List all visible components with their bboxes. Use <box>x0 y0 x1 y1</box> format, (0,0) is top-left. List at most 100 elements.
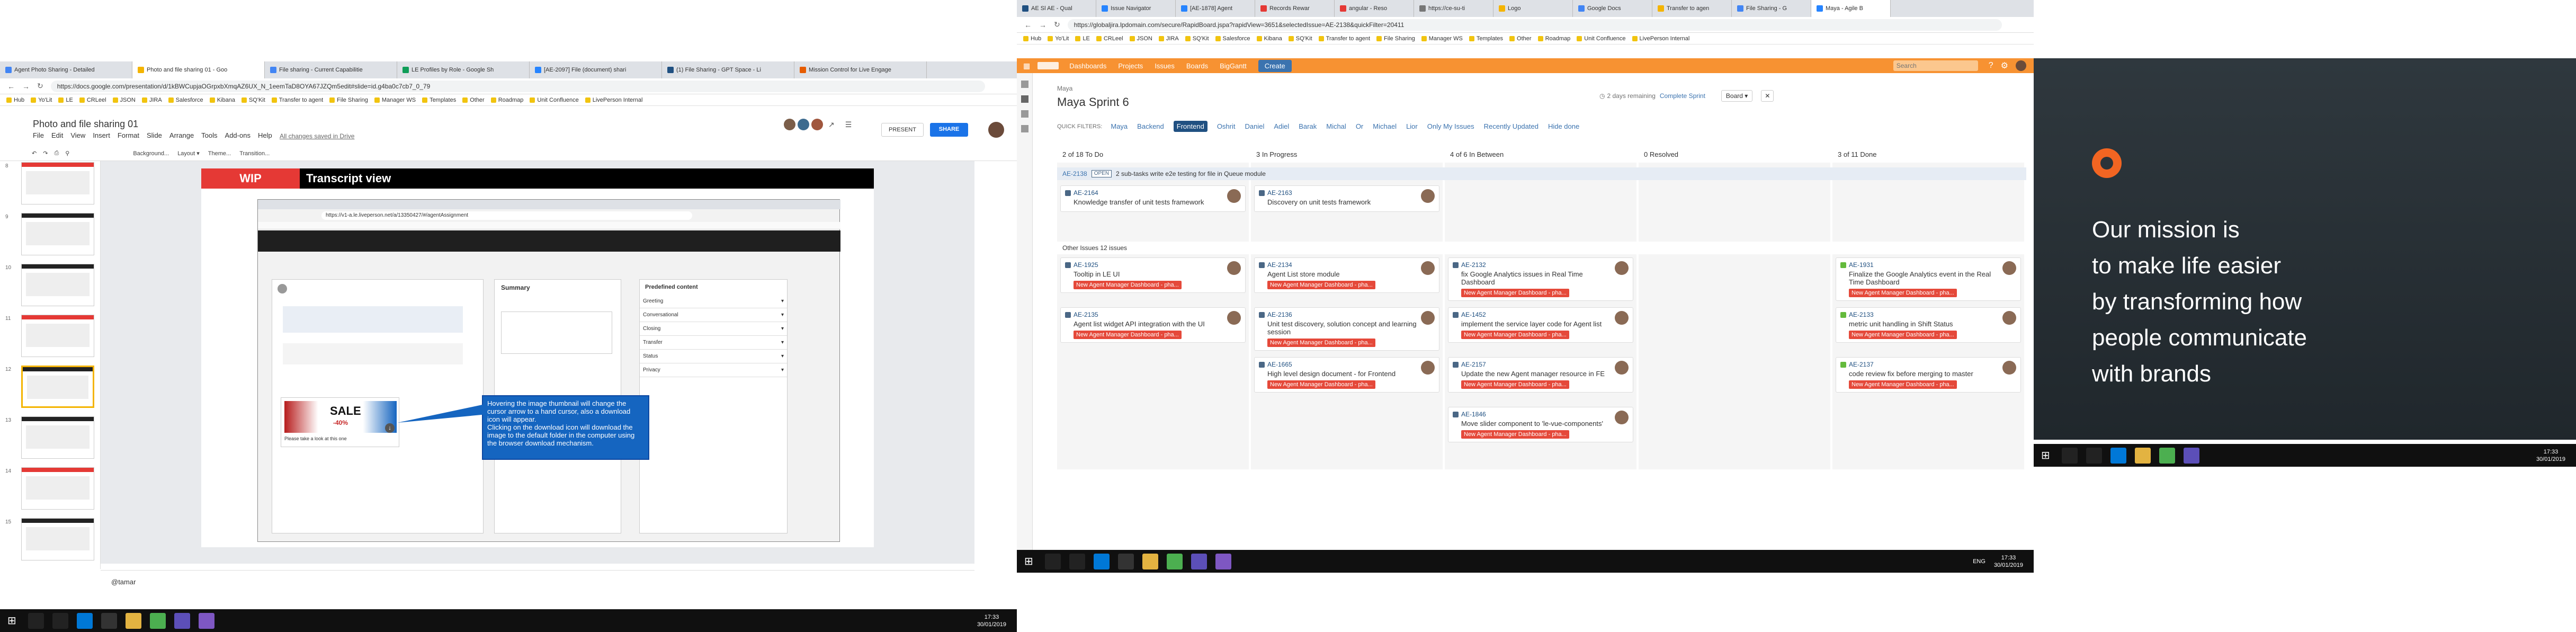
epic-label[interactable]: New Agent Manager Dashboard - pha... <box>1461 289 1569 297</box>
reports-icon[interactable] <box>1021 110 1028 118</box>
forward-icon[interactable]: → <box>1039 21 1046 29</box>
store-icon[interactable] <box>101 612 117 629</box>
menu-item[interactable]: Edit <box>51 131 63 139</box>
edge-icon[interactable] <box>1093 553 1110 569</box>
collapse-button[interactable]: ✕ <box>1761 90 1774 102</box>
issue-card[interactable]: AE-2132 fix Google Analytics issues in Re… <box>1448 257 1633 301</box>
reload-icon[interactable]: ↻ <box>1054 20 1060 29</box>
teams-icon[interactable] <box>174 612 190 629</box>
swimlane-key[interactable]: AE-2138 <box>1062 170 1087 177</box>
quick-filter[interactable]: Recently Updated <box>1484 122 1539 130</box>
issue-key[interactable]: AE-2135 <box>1074 311 1241 318</box>
slide-thumbnail[interactable]: 16 <box>0 568 100 569</box>
slide-thumbnail[interactable]: 12 <box>0 364 100 412</box>
image-thumbnail[interactable]: SALE -40% ↓ Please take a look at this o… <box>281 397 399 447</box>
quick-filter[interactable]: Michael <box>1373 122 1397 130</box>
predefined-category[interactable]: Privacy ▾ <box>640 363 787 377</box>
slide-thumbnail[interactable]: 13 <box>0 415 100 463</box>
bookmark-item[interactable]: Transfer to agent <box>271 97 323 103</box>
bookmark-item[interactable]: JSON <box>112 97 136 103</box>
complete-sprint-link[interactable]: Complete Sprint <box>1660 92 1705 100</box>
issue-card[interactable]: AE-2164 Knowledge transfer of unit tests … <box>1060 185 1246 212</box>
back-icon[interactable]: ← <box>7 82 15 91</box>
quick-filter[interactable]: Barak <box>1299 122 1317 130</box>
issue-card[interactable]: AE-1931 Finalize the Google Analytics eve… <box>1836 257 2021 301</box>
jira-nav-link[interactable]: Issues <box>1155 62 1175 70</box>
issue-key[interactable]: AE-2133 <box>1849 311 2016 318</box>
browser-tab[interactable]: Transfer to agen <box>1652 0 1732 17</box>
epic-label[interactable]: New Agent Manager Dashboard - pha... <box>1074 281 1182 289</box>
browser-tab[interactable]: Mission Control for Live Engage <box>794 61 927 78</box>
epic-label[interactable]: New Agent Manager Dashboard - pha... <box>1849 380 1957 389</box>
predefined-category[interactable]: Transfer ▾ <box>640 336 787 350</box>
issue-card[interactable]: AE-2136 Unit test discovery, solution con… <box>1254 307 1439 351</box>
quick-filter[interactable]: Backend <box>1137 122 1164 130</box>
windows-start-icon[interactable]: ⊞ <box>7 614 16 627</box>
create-button[interactable]: Create <box>1258 59 1292 72</box>
quick-filter[interactable]: Or <box>1356 122 1363 130</box>
download-icon[interactable]: ↓ <box>385 423 395 433</box>
share-button[interactable]: SHARE <box>930 123 968 137</box>
jira-logo[interactable] <box>1037 62 1059 69</box>
board-project[interactable]: Maya <box>1057 85 1072 92</box>
issue-key[interactable]: AE-1925 <box>1074 261 1241 269</box>
folder-icon[interactable] <box>1142 553 1158 569</box>
quick-filter[interactable]: Hide done <box>1548 122 1579 130</box>
undo-icon[interactable]: ↶ <box>32 150 37 157</box>
browser-tab[interactable]: File sharing - Current Capabilitie <box>265 61 397 78</box>
url-field[interactable]: https://globaljira.lpdomain.com/secure/R… <box>1067 19 2002 31</box>
task-view-icon[interactable] <box>2086 447 2102 464</box>
bookmark-item[interactable]: Unit Confluence <box>1577 35 1626 42</box>
task-view-icon[interactable] <box>52 612 68 629</box>
menu-item[interactable]: Format <box>118 131 139 139</box>
slide-thumbnail[interactable]: 9 <box>0 212 100 260</box>
issue-key[interactable]: AE-2134 <box>1267 261 1435 269</box>
issue-card[interactable]: AE-1846 Move slider component to 'le-vue-… <box>1448 407 1633 442</box>
chrome-icon[interactable] <box>149 612 166 629</box>
bookmark-item[interactable]: Manager WS <box>374 97 416 103</box>
releases-icon[interactable] <box>1021 125 1028 132</box>
bookmark-item[interactable]: Templates <box>422 97 456 103</box>
settings-icon[interactable]: ⚙ <box>2001 60 2008 71</box>
bookmark-item[interactable]: LivePerson Internal <box>585 97 642 103</box>
issue-key[interactable]: AE-1665 <box>1267 361 1435 368</box>
quick-filter[interactable]: Michal <box>1326 122 1346 130</box>
bookmark-item[interactable]: Roadmap <box>1537 35 1570 42</box>
browser-tab[interactable]: Issue Navigator <box>1096 0 1176 17</box>
reload-icon[interactable]: ↻ <box>37 82 43 91</box>
toolbar-button[interactable]: Theme... <box>208 150 231 157</box>
store-icon[interactable] <box>1117 553 1134 569</box>
comments-icon[interactable]: ☰ <box>845 120 852 129</box>
epic-label[interactable]: New Agent Manager Dashboard - pha... <box>1461 430 1569 439</box>
zoom-icon[interactable]: ⚲ <box>65 150 69 157</box>
system-clock[interactable]: 17:33 30/01/2019 <box>977 613 1006 628</box>
bookmark-item[interactable]: Salesforce <box>168 97 203 103</box>
browser-tab[interactable]: Agent Photo Sharing - Detailed <box>0 61 132 78</box>
toolbar-button[interactable]: Transition... <box>239 150 270 157</box>
folder-icon[interactable] <box>2134 447 2151 464</box>
bookmark-item[interactable]: Hub <box>1023 35 1041 42</box>
quick-filter[interactable]: Daniel <box>1245 122 1264 130</box>
trend-icon[interactable]: ↗ <box>828 120 835 129</box>
account-avatar[interactable] <box>988 122 1004 138</box>
menu-item[interactable]: Insert <box>93 131 110 139</box>
slide-thumbnail[interactable]: 10 <box>0 263 100 310</box>
browser-tab-active[interactable]: Photo and file sharing 01 - Goo <box>132 61 265 78</box>
swimlane-header[interactable]: AE-2138 OPEN 2 sub-tasks write e2e testing… <box>1057 167 2026 180</box>
slide-thumbnail[interactable]: 11 <box>0 314 100 361</box>
predefined-category[interactable]: Status ▾ <box>640 350 787 363</box>
menu-item[interactable]: Slide <box>147 131 162 139</box>
jira-nav-link[interactable]: Dashboards <box>1069 62 1106 70</box>
browser-tab[interactable]: Google Docs <box>1573 0 1652 17</box>
bookmark-item[interactable]: File Sharing <box>329 97 368 103</box>
jira-nav-link[interactable]: Projects <box>1118 62 1143 70</box>
browser-tab[interactable]: Records Rewar <box>1255 0 1335 17</box>
predefined-category[interactable]: Closing ▾ <box>640 322 787 336</box>
help-icon[interactable]: ? <box>1989 61 1993 70</box>
bookmark-item[interactable]: Kibana <box>209 97 235 103</box>
slide-thumbnail[interactable]: 8 <box>0 161 100 209</box>
bookmark-item[interactable]: File Sharing <box>1376 35 1415 42</box>
doc-title[interactable]: Photo and file sharing 01 <box>33 119 138 130</box>
issue-key[interactable]: AE-2132 <box>1461 261 1629 269</box>
bookmark-item[interactable]: Other <box>462 97 485 103</box>
